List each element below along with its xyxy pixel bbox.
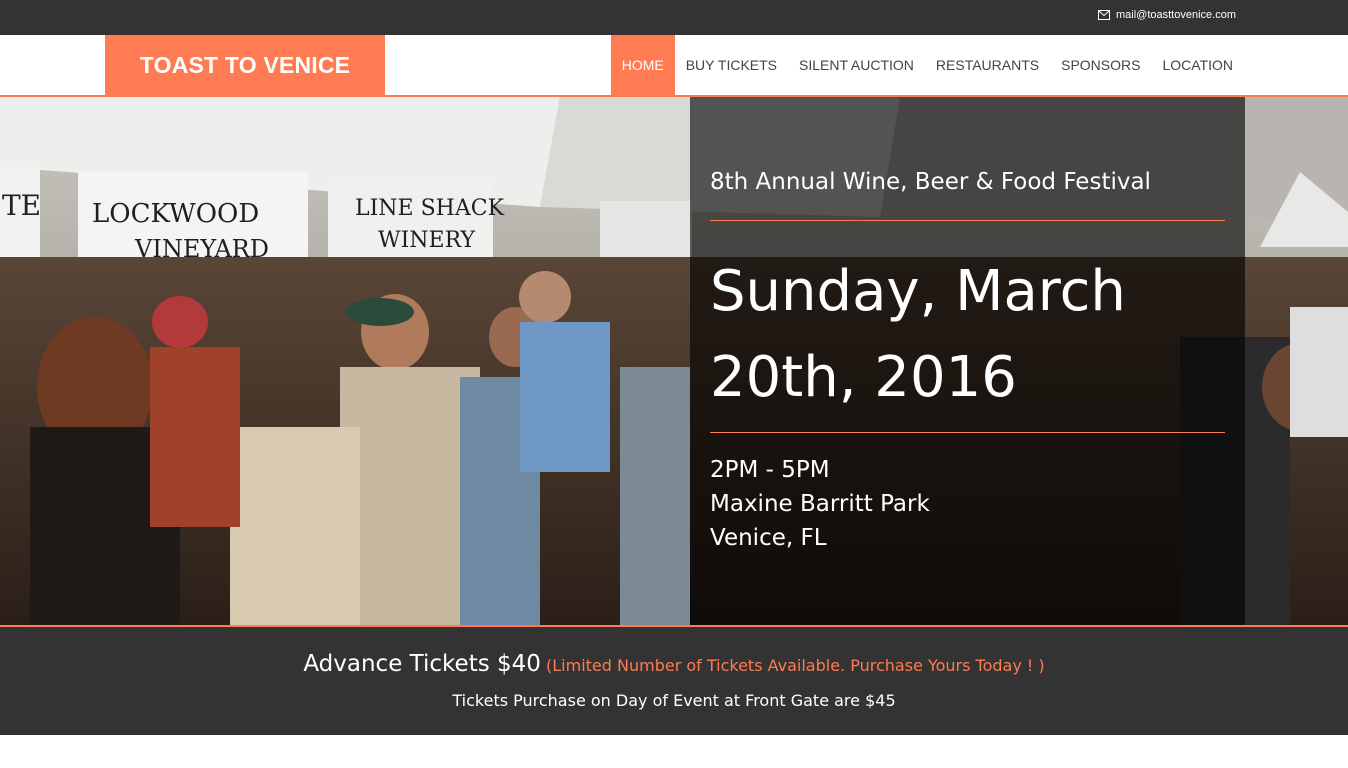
main-nav: HOME BUY TICKETS SILENT AUCTION RESTAURA… <box>610 35 1244 95</box>
advance-ticket-note: (Limited Number of Tickets Available. Pu… <box>546 656 1045 675</box>
nav-buy-tickets[interactable]: BUY TICKETS <box>675 35 788 95</box>
event-date-line1: Sunday, March <box>710 259 1126 324</box>
svg-text:WINERY: WINERY <box>378 228 476 253</box>
site-logo[interactable]: TOAST TO VENICE <box>105 35 385 95</box>
hero-section: TE LOCKWOOD VINEYARD LINE SHACK WINERY 8… <box>0 97 1348 625</box>
divider-bottom <box>710 432 1225 433</box>
event-details: 2PM - 5PM Maxine Barritt Park Venice, FL <box>710 453 930 555</box>
svg-text:LOCKWOOD: LOCKWOOD <box>92 199 259 229</box>
top-bar: mail@toasttovenice.com <box>0 0 1348 35</box>
event-venue: Maxine Barritt Park <box>710 491 930 517</box>
nav-sponsors[interactable]: SPONSORS <box>1050 35 1151 95</box>
event-date: Sunday, March 20th, 2016 <box>710 249 1230 421</box>
event-time: 2PM - 5PM <box>710 457 830 483</box>
advance-ticket-price: Advance Tickets $40 <box>303 651 541 677</box>
svg-text:LINE SHACK: LINE SHACK <box>355 196 505 221</box>
envelope-icon <box>1098 10 1110 20</box>
ticket-info-bar: Advance Tickets $40 (Limited Number of T… <box>0 625 1348 735</box>
advance-ticket-line: Advance Tickets $40 (Limited Number of T… <box>0 651 1348 677</box>
contact-email-link[interactable]: mail@toasttovenice.com <box>1098 9 1236 21</box>
banner-lakeview <box>600 201 692 257</box>
event-city: Venice, FL <box>710 525 827 551</box>
contact-email-text[interactable]: mail@toasttovenice.com <box>1116 9 1236 21</box>
event-date-line2: 20th, 2016 <box>710 345 1017 410</box>
divider-top <box>710 220 1225 221</box>
svg-text:TE: TE <box>2 189 41 222</box>
nav-home[interactable]: HOME <box>610 35 675 95</box>
nav-location[interactable]: LOCATION <box>1151 35 1244 95</box>
event-info-panel: 8th Annual Wine, Beer & Food Festival Su… <box>690 97 1245 625</box>
main-navbar: TOAST TO VENICE HOME BUY TICKETS SILENT … <box>0 35 1348 97</box>
gate-ticket-price: Tickets Purchase on Day of Event at Fron… <box>452 691 896 710</box>
nav-silent-auction[interactable]: SILENT AUCTION <box>788 35 925 95</box>
event-subtitle: 8th Annual Wine, Beer & Food Festival <box>710 169 1151 195</box>
nav-restaurants[interactable]: RESTAURANTS <box>925 35 1050 95</box>
